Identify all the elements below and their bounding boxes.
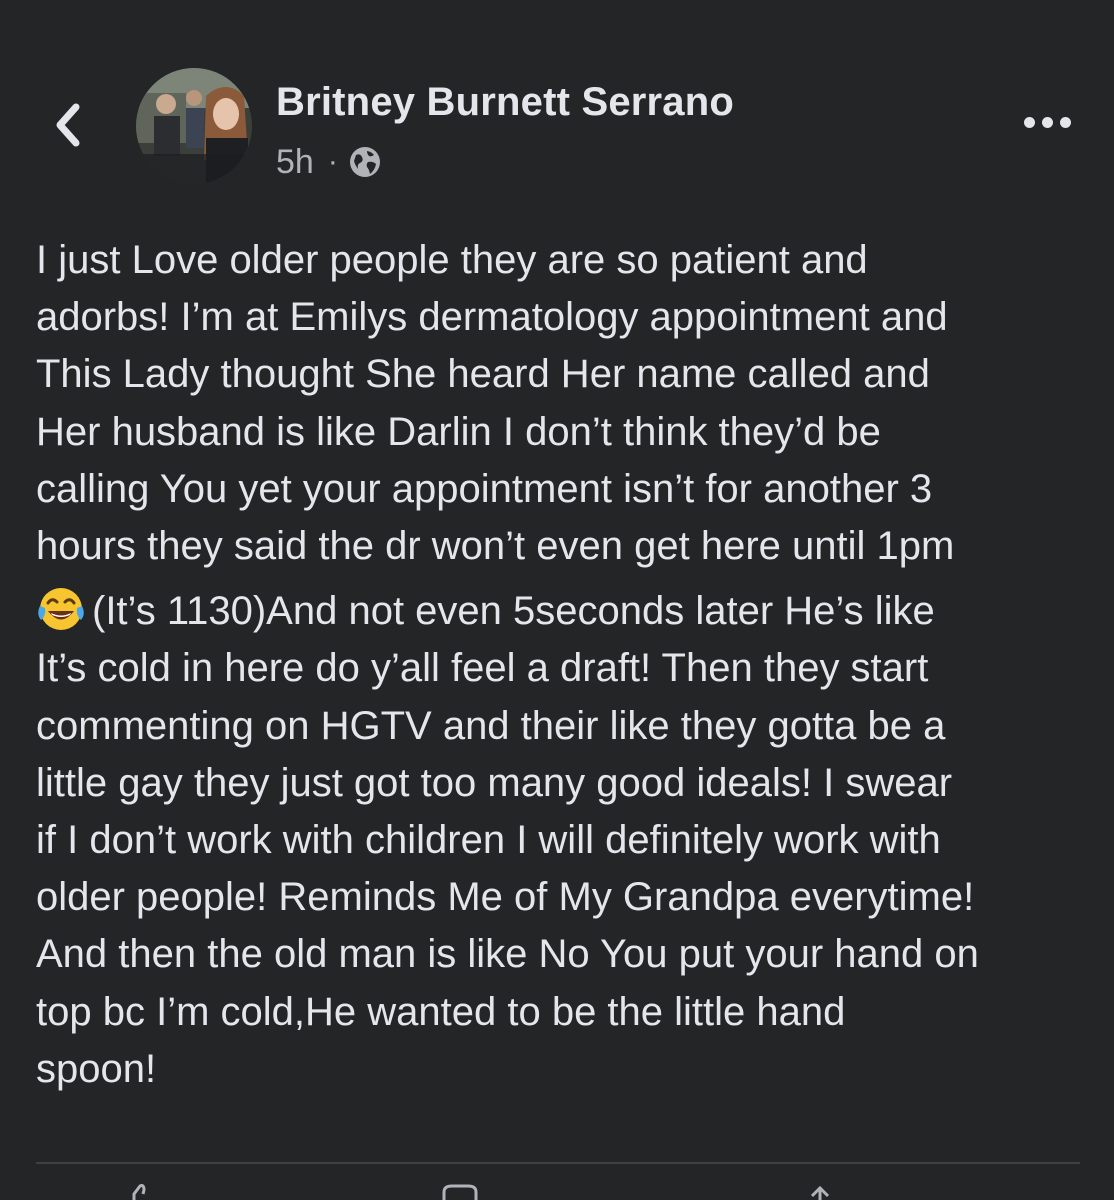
profile-photo xyxy=(136,68,252,184)
divider xyxy=(36,1162,1080,1164)
globe-icon xyxy=(349,147,380,177)
author-name[interactable]: Britney Burnett Serrano xyxy=(276,80,734,125)
comment-button[interactable] xyxy=(440,1184,480,1200)
back-button[interactable] xyxy=(40,90,96,160)
post-line: This Lady thought She heard Her name cal… xyxy=(36,352,930,397)
post-line: I just Love older people they are so pat… xyxy=(36,238,868,282)
post-line-with-emoji: (It’s 1130)And not even 5seconds later H… xyxy=(36,583,1096,640)
action-bar xyxy=(0,1166,1114,1200)
avatar[interactable] xyxy=(136,68,252,184)
post-line: little gay they just got too many good i… xyxy=(36,760,953,805)
share-icon xyxy=(810,1185,830,1200)
share-button[interactable] xyxy=(800,1184,840,1200)
post-line: It’s cold in here do y’all feel a draft!… xyxy=(36,646,929,691)
post-line: commenting on HGTV and their like they g… xyxy=(36,703,946,748)
more-options-button[interactable] xyxy=(1012,102,1082,142)
post-line: if I don’t work with children I will def… xyxy=(36,818,941,863)
post-line: And then the old man is like No You put … xyxy=(36,932,979,977)
post-line: older people! Reminds Me of My Grandpa e… xyxy=(36,875,975,920)
like-button[interactable] xyxy=(126,1184,156,1200)
more-horizontal-icon xyxy=(1023,116,1035,128)
post-line: calling You yet your appointment isn’t f… xyxy=(36,466,933,511)
post-line: hours they said the dr won’t even get he… xyxy=(36,524,955,569)
post-timestamp[interactable]: 5h xyxy=(276,143,314,182)
post-line-text: (It’s 1130)And not even 5seconds later H… xyxy=(92,589,935,634)
post-line: top bc I’m cold,He wanted to be the litt… xyxy=(36,989,846,1034)
face-with-tears-of-joy-icon xyxy=(38,588,84,631)
post-meta: 5h · xyxy=(276,140,382,184)
post-line: adorbs! I’m at Emilys dermatology appoin… xyxy=(36,295,948,340)
post-line: Her husband is like Darlin I don’t think… xyxy=(36,409,881,454)
comment-icon xyxy=(442,1184,478,1200)
post-line: spoon! xyxy=(36,1046,157,1091)
chevron-left-icon xyxy=(56,103,80,147)
post-body: I just Love older people they are so pat… xyxy=(36,232,1096,1098)
post-header: Britney Burnett Serrano 5h · xyxy=(0,0,1114,200)
like-icon xyxy=(132,1184,146,1200)
meta-separator: · xyxy=(327,145,338,178)
